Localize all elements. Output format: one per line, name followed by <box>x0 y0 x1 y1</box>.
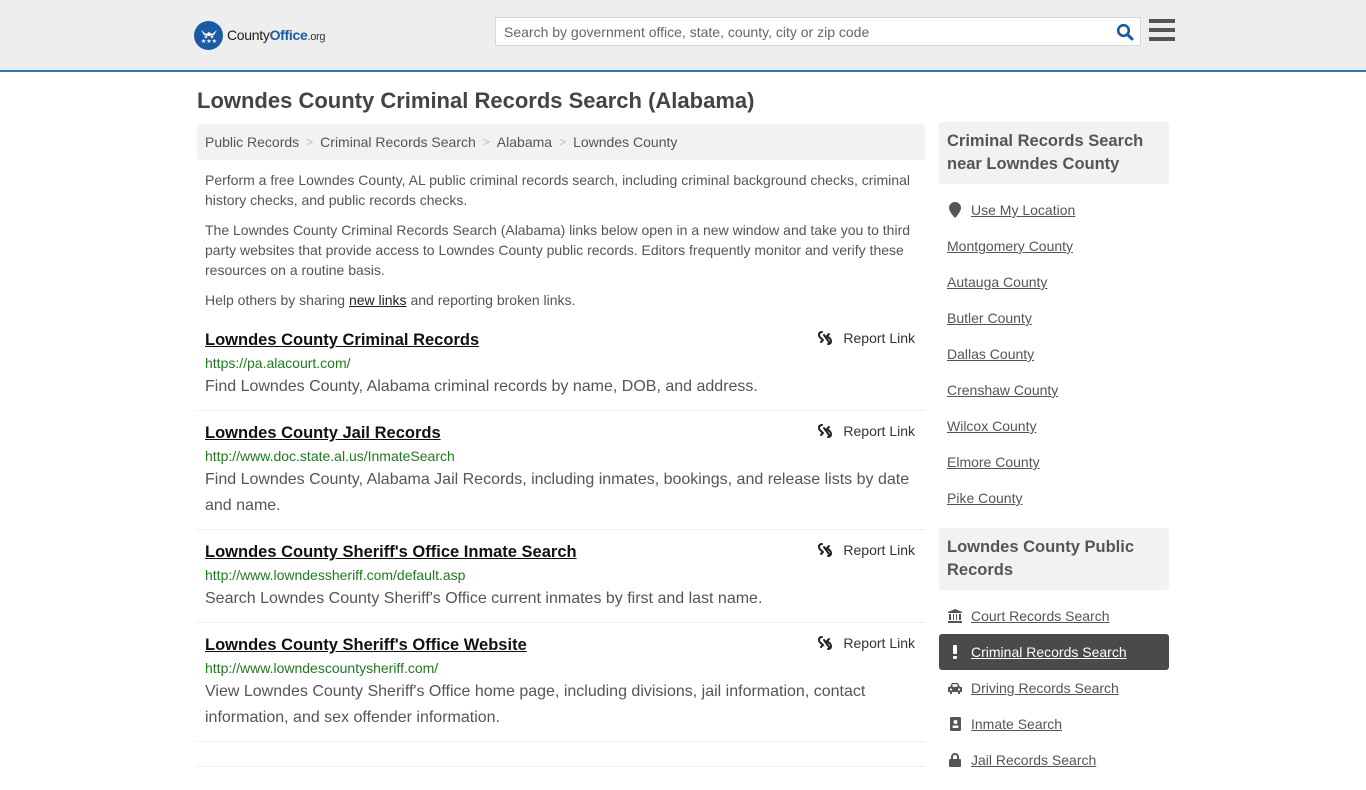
sidebar-item-driving-records: Driving Records Search <box>939 670 1169 706</box>
nearby-counties-list: Use My Location Montgomery County Autaug… <box>939 184 1169 528</box>
report-link-button[interactable]: Report Link <box>817 542 915 558</box>
intro-text: Perform a free Lowndes County, AL public… <box>205 170 920 320</box>
result-url: https://pa.alacourt.com/ <box>205 355 351 371</box>
site-header: ★★★ ★ ★ CountyOffice.org <box>0 0 1366 72</box>
county-link-montgomery[interactable]: Montgomery County <box>947 238 1073 254</box>
county-link-crenshaw[interactable]: Crenshaw County <box>947 382 1058 398</box>
nearby-county-item: Wilcox County <box>939 408 1169 444</box>
county-link-butler[interactable]: Butler County <box>947 310 1032 326</box>
result-url: http://www.doc.state.al.us/InmateSearch <box>205 448 455 464</box>
nearby-county-item: Autauga County <box>939 264 1169 300</box>
broken-link-icon <box>818 543 833 557</box>
driving-records-search-link[interactable]: Driving Records Search <box>971 680 1119 696</box>
id-badge-icon <box>947 717 963 731</box>
sidebar-item-court-records: Court Records Search <box>939 598 1169 634</box>
nearby-county-item: Montgomery County <box>939 228 1169 264</box>
result-url: http://www.lowndessheriff.com/default.as… <box>205 567 466 583</box>
breadcrumb-separator: > <box>559 135 567 149</box>
result-item: Lowndes County Sheriff's Office Website … <box>197 633 925 742</box>
result-title-link[interactable]: Lowndes County Jail Records <box>205 421 441 445</box>
result-item: Lowndes County Sheriff's Office Inmate S… <box>197 540 925 623</box>
nearby-county-item: Butler County <box>939 300 1169 336</box>
results-list: Lowndes County Criminal Records Report L… <box>197 328 925 752</box>
nearby-heading: Criminal Records Search near Lowndes Cou… <box>939 122 1169 184</box>
intro-paragraph-1: Perform a free Lowndes County, AL public… <box>205 172 910 208</box>
inmate-search-link[interactable]: Inmate Search <box>971 716 1062 732</box>
new-links-link[interactable]: new links <box>349 292 407 308</box>
breadcrumb-public-records[interactable]: Public Records <box>205 134 299 150</box>
broken-link-icon <box>818 424 833 438</box>
nearby-county-item: Dallas County <box>939 336 1169 372</box>
report-link-button[interactable]: Report Link <box>817 330 915 346</box>
result-item: Lowndes County Jail Records Report Link … <box>197 421 925 530</box>
lock-icon <box>947 753 963 767</box>
county-link-pike[interactable]: Pike County <box>947 490 1022 506</box>
page-title: Lowndes County Criminal Records Search (… <box>197 88 755 113</box>
svg-text:★ ★: ★ ★ <box>203 35 214 41</box>
result-title-link[interactable]: Lowndes County Sheriff's Office Inmate S… <box>205 540 577 564</box>
public-records-heading: Lowndes County Public Records <box>939 528 1169 590</box>
map-marker-icon <box>947 202 963 218</box>
nearby-county-item: Crenshaw County <box>939 372 1169 408</box>
breadcrumb-separator: > <box>306 135 314 149</box>
intro-paragraph-3: Help others by sharing new links and rep… <box>205 292 576 308</box>
sidebar-item-criminal-records: Criminal Records Search <box>939 634 1169 670</box>
breadcrumb: Public Records > Criminal Records Search… <box>197 124 925 160</box>
broken-link-icon <box>818 636 833 650</box>
county-link-dallas[interactable]: Dallas County <box>947 346 1034 362</box>
county-link-autauga[interactable]: Autauga County <box>947 274 1047 290</box>
site-logo[interactable]: ★★★ ★ ★ CountyOffice.org <box>194 20 326 50</box>
result-url: http://www.lowndescountysheriff.com/ <box>205 660 439 676</box>
jail-records-search-link[interactable]: Jail Records Search <box>971 752 1096 768</box>
sidebar-item-jail-records: Jail Records Search <box>939 742 1169 778</box>
hamburger-menu-button[interactable] <box>1149 19 1175 43</box>
result-item: Lowndes County Criminal Records Report L… <box>197 328 925 411</box>
divider <box>197 766 925 767</box>
result-description: View Lowndes County Sheriff's Office hom… <box>205 683 866 726</box>
bank-icon <box>947 609 963 623</box>
use-my-location-item: Use My Location <box>939 192 1169 228</box>
sidebar-item-inmate-search: Inmate Search <box>939 706 1169 742</box>
use-my-location-link[interactable]: Use My Location <box>971 202 1075 218</box>
breadcrumb-criminal-records-search[interactable]: Criminal Records Search <box>320 134 476 150</box>
result-description: Find Lowndes County, Alabama Jail Record… <box>205 471 910 514</box>
county-link-wilcox[interactable]: Wilcox County <box>947 418 1036 434</box>
menu-bar <box>1149 37 1175 41</box>
broken-link-icon <box>818 331 833 345</box>
criminal-records-search-link[interactable]: Criminal Records Search <box>971 644 1127 660</box>
public-records-list: Court Records Search Criminal Records Se… <box>939 590 1169 790</box>
menu-bar <box>1149 19 1175 23</box>
report-link-button[interactable]: Report Link <box>817 423 915 439</box>
search-button[interactable] <box>1110 18 1140 45</box>
menu-bar <box>1149 28 1175 32</box>
result-description: Find Lowndes County, Alabama criminal re… <box>205 378 758 395</box>
eagle-stars-logo-icon: ★★★ ★ ★ <box>194 20 223 50</box>
exclamation-icon <box>947 645 963 659</box>
search-icon <box>1116 23 1134 40</box>
intro-paragraph-2: The Lowndes County Criminal Records Sear… <box>205 222 911 278</box>
county-link-elmore[interactable]: Elmore County <box>947 454 1040 470</box>
result-title-link[interactable]: Lowndes County Sheriff's Office Website <box>205 633 527 657</box>
search-input[interactable] <box>496 18 1110 45</box>
breadcrumb-alabama[interactable]: Alabama <box>497 134 552 150</box>
sidebar: Criminal Records Search near Lowndes Cou… <box>939 122 1169 790</box>
court-records-search-link[interactable]: Court Records Search <box>971 608 1110 624</box>
breadcrumb-lowndes-county[interactable]: Lowndes County <box>573 134 677 150</box>
report-link-button[interactable]: Report Link <box>817 635 915 651</box>
breadcrumb-separator: > <box>482 135 490 149</box>
result-title-link[interactable]: Lowndes County Criminal Records <box>205 328 479 352</box>
logo-text: CountyOffice.org <box>227 27 326 43</box>
nearby-county-item: Pike County <box>939 480 1169 516</box>
car-icon <box>947 682 963 695</box>
nearby-county-item: Elmore County <box>939 444 1169 480</box>
search-bar <box>495 17 1141 46</box>
result-description: Search Lowndes County Sheriff's Office c… <box>205 590 763 607</box>
